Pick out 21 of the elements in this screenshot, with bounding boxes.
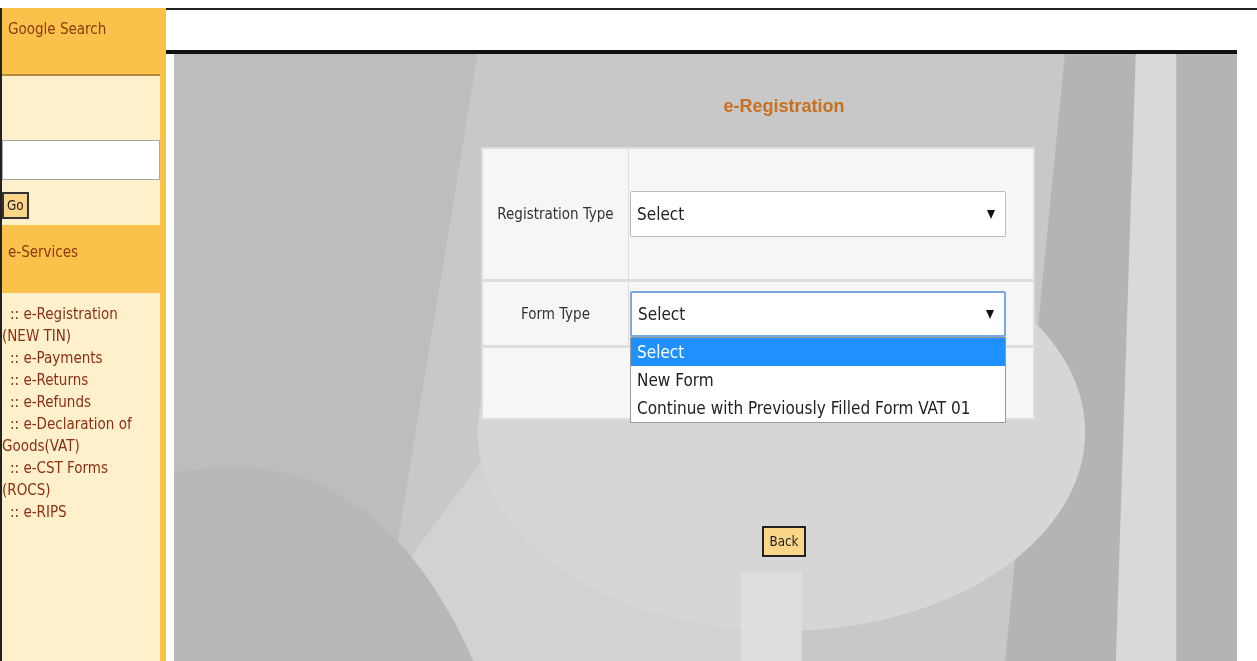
page-title: e-Registration xyxy=(723,96,845,117)
service-link[interactable]: :: e-Refunds xyxy=(2,391,152,413)
back-button[interactable]: Back xyxy=(762,526,806,557)
section-header: e-Services xyxy=(2,225,160,293)
go-button[interactable]: Go xyxy=(2,192,29,219)
select-field[interactable]: Select xyxy=(630,191,1006,237)
dropdown-option[interactable]: New Form xyxy=(631,366,1005,394)
service-link[interactable]: :: e-Returns xyxy=(2,369,152,391)
dropdown-option[interactable]: Continue with Previously Filled Form VAT 01 xyxy=(631,394,1005,422)
service-link[interactable]: :: e-Payments xyxy=(2,347,152,369)
caret-icon xyxy=(987,208,995,220)
select-field[interactable]: Select xyxy=(630,290,1006,337)
service-link[interactable]: :: e-Declaration of Goods(VAT) xyxy=(2,413,152,457)
section-header: Google Search xyxy=(2,8,160,76)
service-link[interactable]: :: e-CST Forms (ROCS) xyxy=(2,457,152,501)
service-link[interactable]: :: e-RIPS xyxy=(2,501,152,523)
caret-icon xyxy=(986,307,994,320)
service-link[interactable]: :: e-Registration (NEW TIN) xyxy=(2,303,152,347)
field-label: Form Type xyxy=(483,282,629,345)
search-field[interactable] xyxy=(2,140,160,180)
field-label: Registration Type xyxy=(483,149,629,279)
